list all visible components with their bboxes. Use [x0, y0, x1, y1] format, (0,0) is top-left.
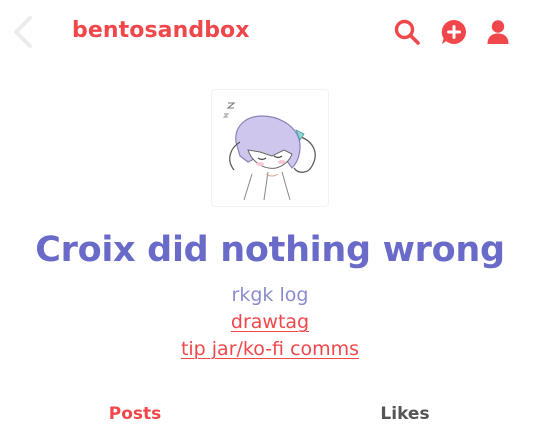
- chevron-left-icon: [14, 16, 32, 48]
- back-button[interactable]: [10, 14, 36, 50]
- avatar-sketch-image: [222, 102, 316, 201]
- account-button[interactable]: [484, 18, 512, 46]
- blog-title: Croix did nothing wrong: [35, 230, 505, 270]
- description-text: rkgk log: [231, 284, 309, 306]
- blog-name[interactable]: bentosandbox: [72, 16, 250, 46]
- search-icon: [394, 19, 420, 45]
- top-bar: bentosandbox: [0, 0, 540, 64]
- avatar[interactable]: [212, 90, 328, 206]
- compose-button[interactable]: [440, 18, 468, 46]
- blog-page: bentosandbox Croix did nothing wrong rkg…: [0, 0, 540, 440]
- tip-jar-link[interactable]: tip jar/ko-fi comms: [181, 338, 359, 360]
- profile-tabs: Posts Likes: [0, 396, 540, 436]
- person-icon: [487, 20, 509, 44]
- blog-description: rkgk log drawtag tip jar/ko-fi comms: [0, 282, 540, 363]
- compose-plus-icon: [441, 19, 467, 44]
- search-button[interactable]: [393, 18, 421, 46]
- tab-likes[interactable]: Likes: [270, 402, 540, 426]
- tab-posts[interactable]: Posts: [0, 402, 270, 426]
- drawtag-link[interactable]: drawtag: [231, 311, 309, 333]
